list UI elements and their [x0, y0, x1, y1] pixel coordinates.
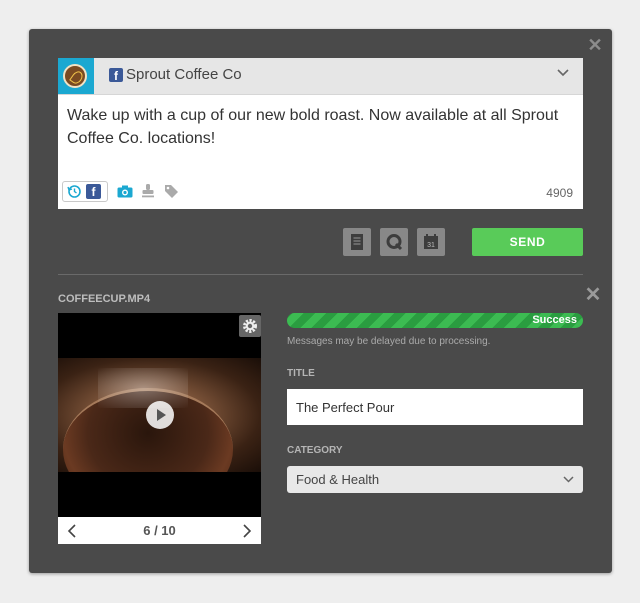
account-selector[interactable]: f Sprout Coffee Co: [58, 58, 583, 95]
file-name: COFFEECUP.MP4: [58, 293, 151, 305]
facebook-toggle-icon[interactable]: f: [86, 184, 101, 199]
title-field[interactable]: [287, 389, 583, 425]
thumbnail-settings-button[interactable]: [239, 315, 261, 337]
chevron-down-icon[interactable]: [556, 66, 570, 80]
character-count: 4909: [546, 186, 573, 200]
tag-icon[interactable]: [164, 184, 179, 199]
chevron-right-icon[interactable]: [242, 524, 252, 538]
pager-count: 6 / 10: [143, 523, 176, 538]
category-select[interactable]: Food & Health: [287, 466, 583, 493]
play-icon[interactable]: [146, 401, 174, 429]
composer-toolbar: f: [62, 181, 362, 203]
avatar: [63, 64, 87, 88]
thumbnail-pager: 6 / 10: [58, 517, 261, 544]
gear-icon: [243, 319, 257, 333]
message-text[interactable]: Wake up with a cup of our new bold roast…: [67, 104, 577, 150]
close-dialog-icon[interactable]: ✕: [586, 36, 604, 54]
facebook-icon: f: [109, 68, 123, 82]
calendar-icon: 31: [424, 234, 438, 249]
category-selected: Food & Health: [296, 472, 380, 487]
camera-icon[interactable]: [117, 185, 133, 198]
chevron-down-icon: [563, 476, 574, 483]
svg-text:31: 31: [427, 242, 435, 249]
section-divider: [58, 274, 583, 275]
send-button[interactable]: SEND: [472, 228, 583, 256]
video-preview: 6 / 10: [58, 313, 261, 544]
upload-status: Success: [532, 314, 577, 326]
steam-image: [98, 368, 188, 408]
queue-button[interactable]: [380, 228, 408, 256]
upload-progress-bar: Success: [287, 313, 583, 328]
queue-icon: [386, 234, 403, 251]
processing-note: Messages may be delayed due to processin…: [287, 336, 491, 347]
account-avatar-box: [58, 58, 94, 94]
stamp-icon[interactable]: [141, 183, 155, 199]
notes-icon: [351, 234, 363, 250]
account-name: Sprout Coffee Co: [126, 66, 242, 83]
leaf-logo-icon: [69, 69, 85, 86]
history-icon[interactable]: [67, 184, 82, 199]
title-label: TITLE: [287, 368, 315, 379]
notes-button[interactable]: [343, 228, 371, 256]
remove-file-icon[interactable]: ✕: [584, 285, 602, 305]
message-composer: f Sprout Coffee Co Wake up with a cup of…: [58, 58, 583, 209]
category-label: CATEGORY: [287, 445, 343, 456]
schedule-button[interactable]: 31: [417, 228, 445, 256]
